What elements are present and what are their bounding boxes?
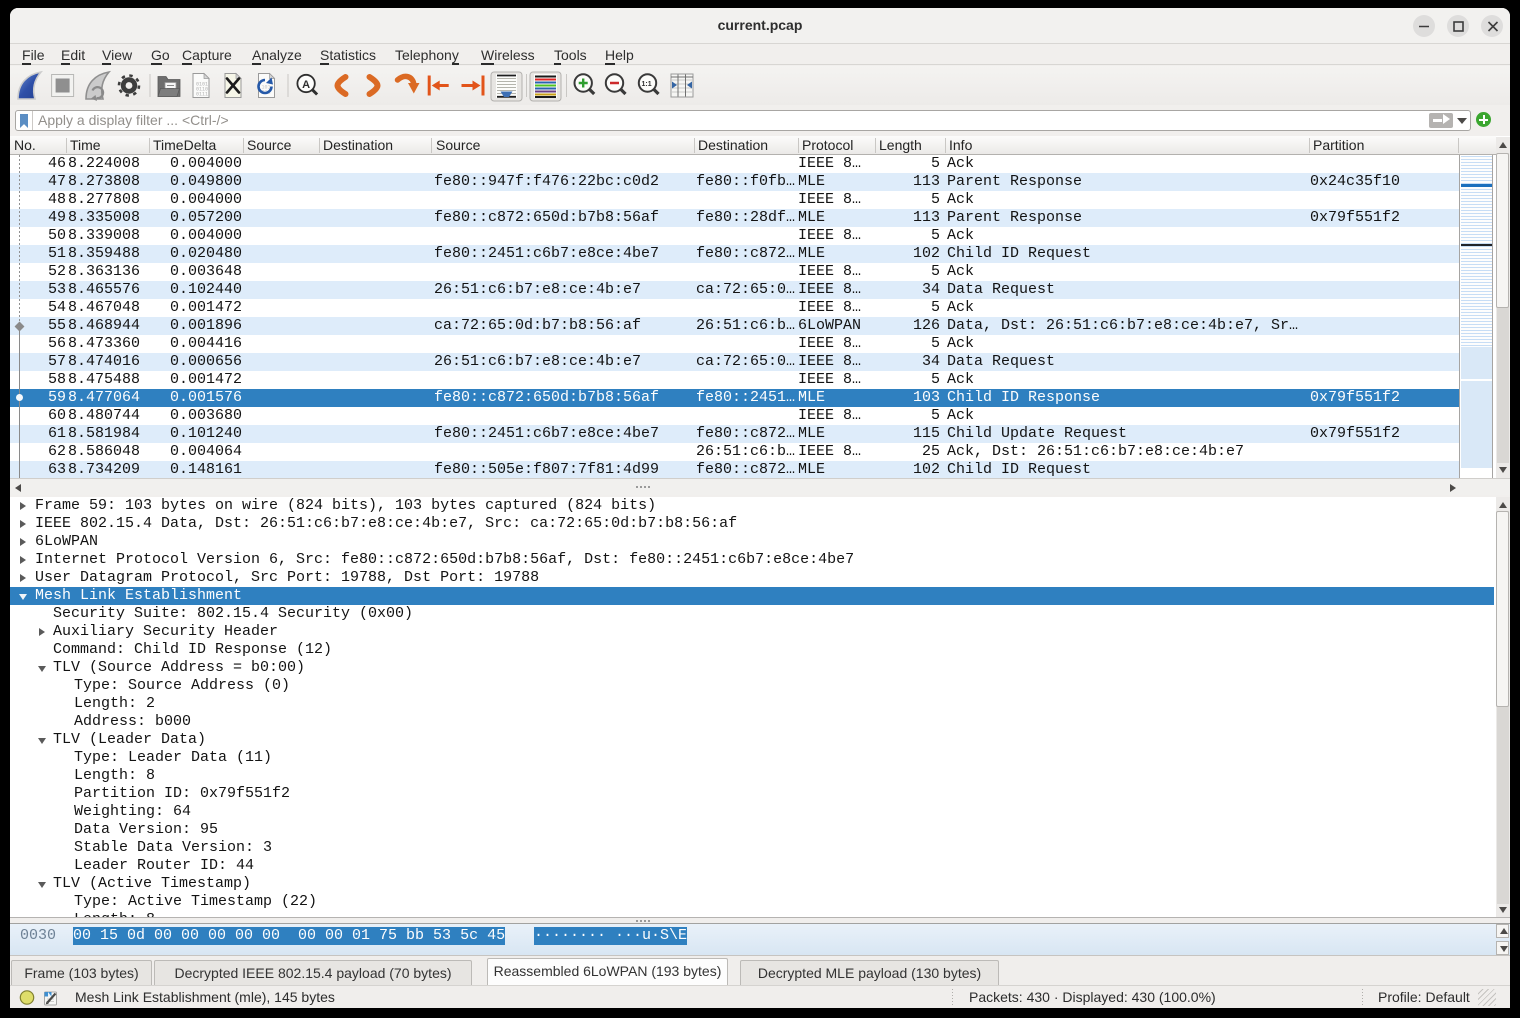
- svg-text:A: A: [302, 79, 310, 91]
- svg-text:1:1: 1:1: [642, 81, 652, 88]
- svg-text:0111: 0111: [196, 92, 208, 98]
